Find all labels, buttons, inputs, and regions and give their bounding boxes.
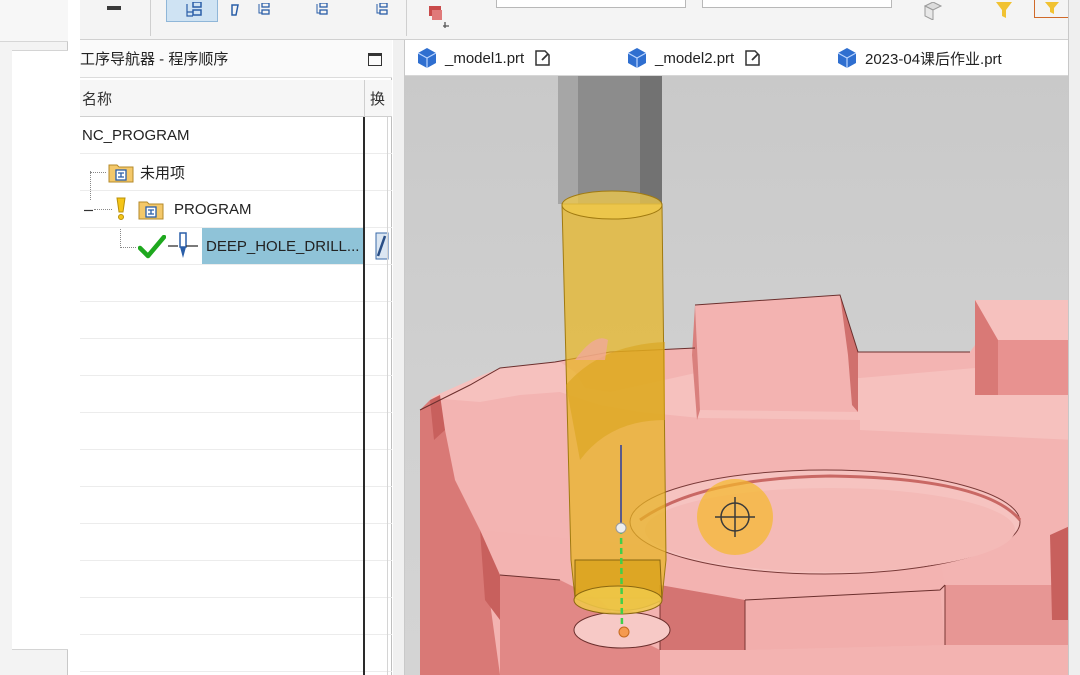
tree-connector	[90, 172, 106, 173]
view-cube-icon	[923, 2, 943, 20]
navigator-title: 工序导航器 - 程序顺序	[80, 51, 229, 68]
view-cube-button[interactable]	[916, 0, 952, 22]
toolbar-separator	[406, 0, 407, 36]
tree-row-empty	[80, 302, 392, 339]
tree-row-empty	[80, 413, 392, 450]
resource-bar	[0, 0, 68, 675]
operation-tree-button[interactable]	[370, 0, 394, 22]
tree-row-program[interactable]: PROGRAM	[80, 191, 392, 228]
tree-row-empty	[80, 376, 392, 413]
tab-label: _model2.prt	[655, 49, 735, 67]
tree-connector	[90, 171, 91, 200]
geometry-view-button[interactable]	[252, 0, 276, 22]
part-cube-icon	[837, 48, 857, 68]
tab-assignment[interactable]: 2023-04课后作业.prt	[835, 40, 1002, 76]
tree-row-empty	[80, 450, 392, 487]
tree-row-empty	[80, 339, 392, 376]
filter-settings-button[interactable]	[1034, 0, 1070, 18]
toolbar-separator	[150, 0, 151, 36]
toolbar-button[interactable]	[100, 0, 128, 22]
toolbar	[80, 0, 1080, 40]
window-edge	[1068, 0, 1080, 675]
filter-icon	[1045, 1, 1059, 14]
tree-row-empty	[80, 635, 392, 672]
tree-row-empty	[80, 265, 392, 302]
tree-row-empty	[80, 487, 392, 524]
tree-row-empty	[80, 561, 392, 598]
tree-connector	[120, 229, 121, 248]
edit-icon	[535, 50, 550, 66]
navigator-column-header: 名称 换	[80, 79, 392, 117]
tree-row-empty	[80, 598, 392, 635]
method-tree-icon	[316, 3, 328, 15]
create-program-icon	[429, 6, 449, 28]
navigator-title-bar: 工序导航器 - 程序顺序	[80, 40, 392, 78]
part-cube-icon	[417, 48, 437, 68]
tab-model1[interactable]: _model1.prt	[415, 40, 552, 76]
column-divider[interactable]	[363, 117, 365, 675]
tree-label-nc-program: NC_PROGRAM	[82, 126, 190, 144]
drill-tool-icon	[168, 232, 198, 258]
graphics-window[interactable]	[405, 76, 1080, 675]
toolbar-icon	[107, 6, 121, 10]
geometry-tree-icon	[258, 3, 270, 15]
machine-tool-icon	[231, 4, 239, 16]
resource-bar-panel	[12, 50, 68, 650]
panel-splitter[interactable]	[393, 40, 405, 675]
navigator-tree: NC_PROGRAM 未用项 PROGRAM DEEP_HOLE_DRILL..…	[80, 117, 392, 675]
tree-label-unused-items: 未用项	[140, 164, 186, 182]
machine-view-button[interactable]	[224, 0, 248, 22]
snap-button[interactable]	[990, 0, 1018, 22]
collapse-icon[interactable]	[83, 205, 94, 216]
tree-view-icon	[186, 1, 202, 17]
tab-label: _model1.prt	[445, 49, 525, 67]
tree-label-program: PROGRAM	[174, 200, 252, 218]
check-icon	[138, 235, 166, 259]
column-divider	[387, 117, 388, 675]
tree-row-empty	[80, 524, 392, 561]
tab-model2[interactable]: _model2.prt	[625, 40, 762, 76]
view-combo[interactable]	[496, 0, 686, 8]
funnel-icon	[996, 2, 1012, 18]
resource-bar-header	[0, 0, 68, 42]
tree-connector	[94, 209, 112, 210]
model-scene	[419, 76, 1075, 675]
tab-label: 2023-04课后作业.prt	[865, 50, 1002, 68]
part-cube-icon	[627, 48, 647, 68]
tree-row-nc-program[interactable]: NC_PROGRAM	[80, 117, 392, 154]
create-program-button[interactable]	[420, 0, 460, 34]
column-header-switch[interactable]: 换	[364, 79, 390, 117]
operation-tree-icon	[376, 3, 388, 15]
maximize-icon[interactable]	[368, 53, 382, 66]
program-order-view-button[interactable]	[166, 0, 218, 22]
folder-icon	[138, 201, 164, 220]
operation-navigator: 工序导航器 - 程序顺序 名称 换 NC_PROGRAM 未用项 PROGRAM…	[80, 40, 392, 675]
filter-combo[interactable]	[702, 0, 892, 8]
tree-row-unused-items[interactable]: 未用项	[80, 154, 392, 191]
edit-icon	[745, 50, 760, 66]
warning-exclamation-icon	[116, 197, 126, 220]
column-header-name[interactable]: 名称	[80, 88, 364, 109]
folder-icon	[108, 164, 134, 183]
tree-label-deep-hole-drill: DEEP_HOLE_DRILL...	[206, 237, 360, 255]
method-view-button[interactable]	[310, 0, 334, 22]
file-tab-bar: _model1.prt _model2.prt 2023-04课后作业.prt	[405, 40, 1080, 76]
tree-connector	[120, 247, 136, 248]
